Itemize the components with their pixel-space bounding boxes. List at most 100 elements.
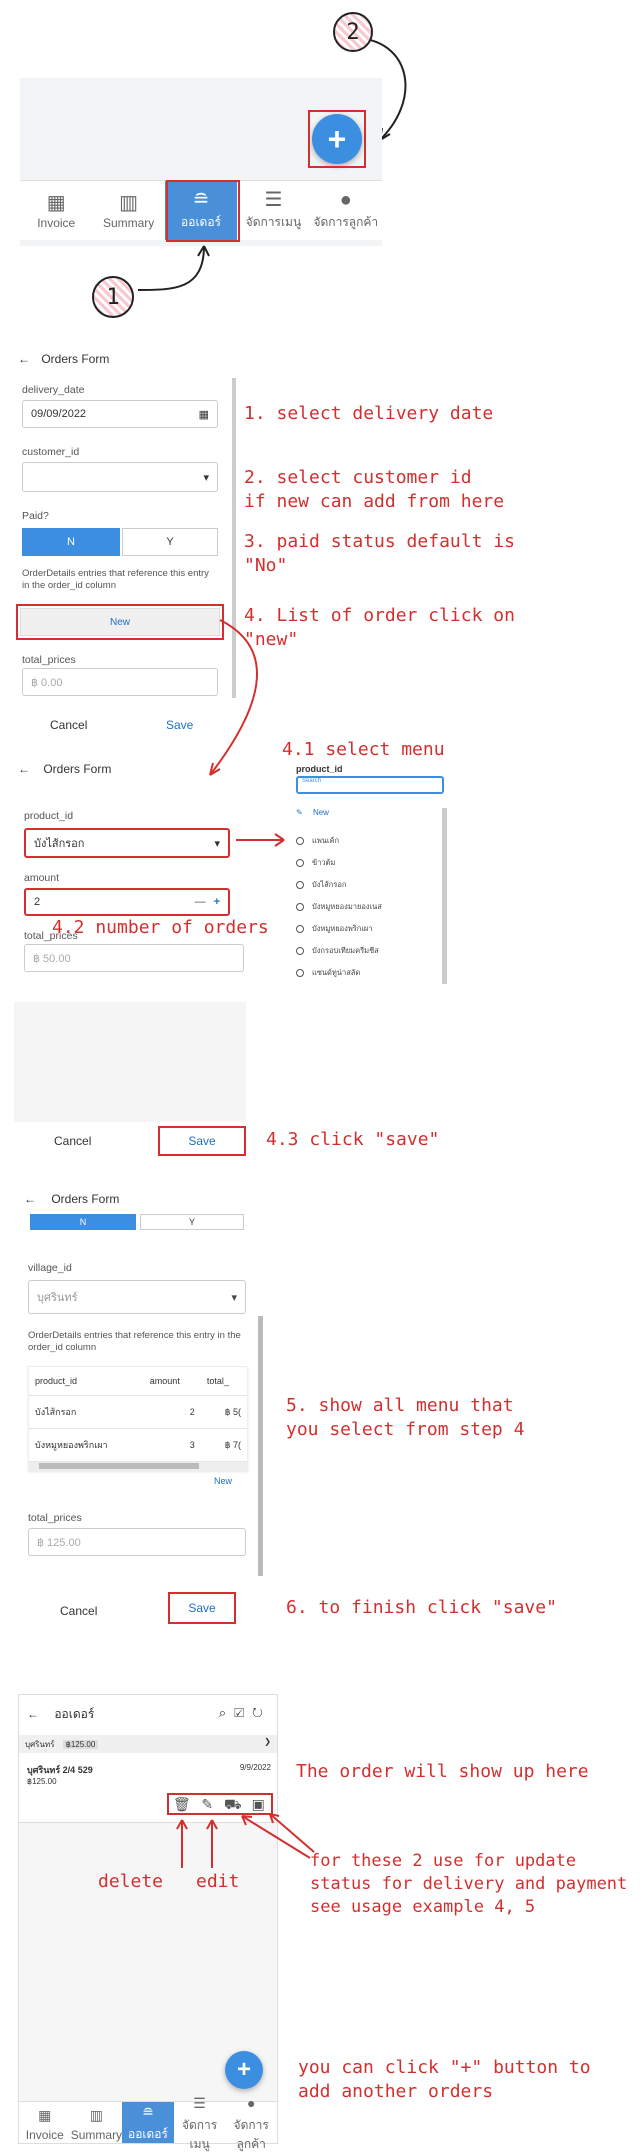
picker-scrollbar[interactable] [442, 808, 447, 984]
paid-n-button[interactable]: N [30, 1214, 136, 1230]
total-prices-field[interactable]: ฿ 50.00 [24, 944, 244, 972]
nav-item[interactable]: ● จัดการลูกค้า [225, 2095, 277, 2151]
calendar-icon: ▦ [46, 191, 66, 214]
cancel-button[interactable]: Cancel [54, 1134, 91, 1148]
save-button[interactable]: Save [168, 1592, 236, 1624]
add-order-fab[interactable]: + [225, 2051, 263, 2089]
table-cell: 2 [143, 1395, 201, 1429]
back-arrow-icon[interactable]: ← [27, 1707, 39, 1721]
cancel-button[interactable]: Cancel [60, 1604, 97, 1618]
nav-item[interactable]: ▦ Invoice [19, 2102, 71, 2143]
back-arrow-icon[interactable]: ← [18, 762, 30, 776]
table-row[interactable]: บังหมูหยองพริกเผา 3 ฿ 7( [29, 1428, 247, 1462]
order-details-table: product_id amount total_ บังไส้กรอก 2 ฿ 5(บั… [28, 1366, 248, 1471]
picker-option[interactable]: แพนเค้ก [296, 830, 436, 852]
paid-n-button[interactable]: N [22, 528, 120, 556]
picker-option[interactable]: บังหมูหยองมายองเนส [296, 896, 436, 918]
table-cell: 3 [143, 1428, 201, 1462]
paid-y-button[interactable]: Y [140, 1214, 244, 1230]
form3-scrollbar[interactable] [258, 1316, 263, 1576]
chevron-right-icon[interactable]: ❯ [264, 1737, 271, 1746]
save-button[interactable]: Save [166, 718, 193, 732]
picker-option-label: บังหมูหยองพริกเผา [312, 924, 373, 933]
picker-option[interactable]: บังไส้กรอก [296, 874, 436, 896]
nav-item[interactable]: ▥ Summary [92, 181, 164, 240]
orders-list-screen: ← ออเดอร์ ⌕☑↻ บุศรินทร์ ฿125.00 ❯ บุศริน… [18, 1694, 278, 2151]
order-details-text: OrderDetails entries that reference this… [28, 1330, 241, 1354]
nav-item[interactable]: ● จัดการลูกค้า [310, 181, 382, 240]
picker-option[interactable]: บังหมูหยองพริกเผา [296, 918, 436, 940]
radio-icon [296, 903, 304, 911]
picker-option[interactable]: ข้าวต้ม [296, 852, 436, 874]
picker-option-label: แซนด์ทูน่าสลัด [312, 968, 361, 977]
delivery-date-field[interactable]: 09/09/2022 ▦ [22, 400, 218, 428]
nav-item[interactable]: ▦ Invoice [20, 181, 92, 240]
note-2: 2. select customer id if new can add fro… [244, 467, 505, 513]
person-icon: ● [339, 189, 352, 211]
total-prices-field[interactable]: ฿ 0.00 [22, 668, 218, 696]
order-total: ฿125.00 [27, 1777, 57, 1786]
radio-icon [296, 881, 304, 889]
nav-item-label: จัดการเมนู [181, 2117, 218, 2151]
cancel-button[interactable]: Cancel [50, 718, 87, 732]
plus-icon[interactable]: + [214, 896, 220, 908]
form1-header: ← Orders Form [18, 352, 109, 366]
picker-new-item[interactable]: ✎ New [296, 808, 329, 817]
paid-y-button[interactable]: Y [122, 528, 218, 556]
radio-icon [296, 859, 304, 867]
nav-item-label: จัดการลูกค้า [233, 2117, 269, 2151]
order-date: 9/9/2022 [239, 1763, 271, 1772]
dropdown-arrow-icon: ▾ [231, 1291, 237, 1304]
dropdown-arrow-icon: ▾ [203, 471, 209, 484]
bottom-nav: ▦ Invoice ▥ Summary ≘ ออเดอร์ ☰ จัดการเมนู ● จัดก… [19, 2095, 277, 2151]
total-prices-field[interactable]: ฿ 125.00 [28, 1528, 246, 1556]
picker-new-label: New [312, 808, 329, 817]
search-icon[interactable]: ⌕ [219, 1705, 234, 1720]
list-header: ← ออเดอร์ ⌕☑↻ [27, 1705, 271, 1729]
amount-stepper[interactable]: 2 — + [24, 888, 230, 916]
amount-value: 2 [34, 896, 41, 908]
new-order-detail-link[interactable]: New [214, 1476, 232, 1486]
nav-item[interactable]: ☰ จัดการเมนู [174, 2095, 226, 2151]
nav-item[interactable]: ☰ จัดการเมนู [237, 181, 309, 240]
product-id-value: บังไส้กรอก [34, 838, 85, 850]
note-1: 1. select delivery date [244, 403, 494, 424]
table-hscrollbar[interactable] [29, 1462, 247, 1470]
minus-icon[interactable]: — [195, 896, 206, 908]
annotation-arrows [176, 1813, 315, 1868]
table-cell: ฿ 5( [200, 1395, 247, 1429]
village-id-select[interactable]: บุศรินทร์ ▾ [28, 1280, 246, 1314]
filter-village: บุศรินทร์ [25, 1740, 55, 1749]
nav-item-label: Invoice [37, 215, 76, 230]
refresh-icon[interactable]: ↻ [252, 1705, 271, 1720]
picker-option-label: แพนเค้ก [312, 836, 340, 845]
note-4-3: 4.3 click "save" [266, 1129, 440, 1150]
village-id-value: บุศรินทร์ [37, 1292, 78, 1304]
table-header-row: product_id amount total_ [29, 1367, 247, 1396]
picker-option-label: บังไส้กรอก [312, 880, 347, 889]
nav-item[interactable]: ≘ ออเดอร์ [122, 2102, 174, 2143]
nav-item-label: Invoice [25, 2127, 64, 2142]
form-title: Orders Form [51, 1192, 120, 1206]
table-row[interactable]: บังไส้กรอก 2 ฿ 5( [29, 1395, 247, 1429]
back-arrow-icon[interactable]: ← [18, 352, 30, 366]
product-id-select[interactable]: บังไส้กรอก ▾ [24, 828, 230, 858]
fab-highlight [308, 110, 366, 168]
column-header: total_ [200, 1367, 247, 1396]
picker-search-input[interactable]: Search [296, 776, 444, 794]
product-picker: product_id Search ✎ New แพนเค้ก ข้าวต้ม บั… [290, 758, 450, 988]
note-plus: you can click "+" button to add another … [298, 2057, 591, 2103]
picker-option[interactable]: แซนด์ทูน่าสลัด [296, 962, 436, 984]
delivery-date-value: 09/09/2022 [31, 408, 87, 420]
save-button[interactable]: Save [158, 1126, 246, 1156]
dropdown-arrow-icon: ▾ [214, 837, 220, 850]
picker-option[interactable]: บังกรอบเทียมครีมชีส [296, 940, 436, 962]
checklist-icon[interactable]: ☑ [234, 1705, 252, 1720]
menu-lines-icon: ☰ [264, 189, 283, 211]
table-cell: ฿ 7( [200, 1428, 247, 1462]
menu-lines-icon: ☰ [193, 2094, 206, 2111]
customer-id-select[interactable]: ▾ [22, 462, 218, 492]
nav-item[interactable]: ▥ Summary [71, 2102, 123, 2143]
calendar-icon[interactable]: ▦ [199, 408, 209, 421]
back-arrow-icon[interactable]: ← [24, 1192, 36, 1206]
